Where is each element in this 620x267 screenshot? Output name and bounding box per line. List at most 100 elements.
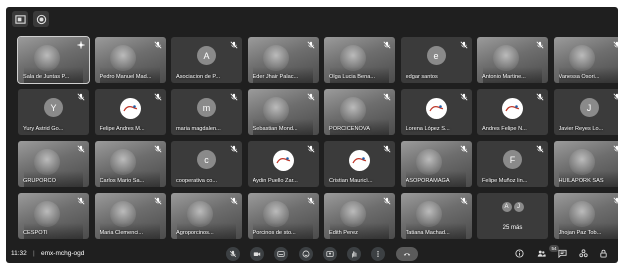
- organization-logo-icon: [425, 98, 447, 119]
- chat-icon[interactable]: [557, 248, 568, 259]
- participant-tile[interactable]: ASOPORAMAGA: [400, 141, 472, 187]
- mic-muted-icon: [77, 197, 85, 205]
- mic-muted-icon: [460, 41, 468, 49]
- participant-name: Porcinos de sto...: [252, 230, 296, 236]
- mic-muted-icon: [307, 93, 315, 101]
- participant-name: Asociacion de P...: [176, 74, 221, 80]
- participant-tile[interactable]: Tatiana Machad...: [400, 193, 472, 239]
- participant-tile[interactable]: A Asociacion de P...: [171, 37, 242, 83]
- more-options-icon[interactable]: [371, 247, 385, 261]
- mic-muted-icon: [230, 41, 238, 49]
- participant-name: Sebastian Mond...: [252, 126, 298, 132]
- participant-tile[interactable]: Y Yury Astrid Go...: [18, 89, 89, 135]
- participant-tile[interactable]: Antonio Martine...: [477, 37, 548, 83]
- emoji-icon[interactable]: [299, 247, 313, 261]
- participant-tile[interactable]: Cristian Mauricì...: [324, 141, 395, 187]
- mic-off-icon[interactable]: [226, 247, 240, 261]
- participant-name: Antonio Martine...: [482, 74, 526, 80]
- participant-name: Sala de Juntas P...: [23, 74, 70, 80]
- participant-name: Eder Jhair Palac...: [252, 74, 299, 80]
- host-controls-icon[interactable]: [598, 248, 609, 259]
- captions-icon[interactable]: [274, 247, 288, 261]
- mic-muted-icon: [77, 145, 85, 153]
- info-icon[interactable]: [514, 248, 525, 259]
- mic-muted-icon: [230, 145, 238, 153]
- participant-grid: Sala de Juntas P... Pedro Manuel Mad... A A…: [17, 36, 618, 247]
- mic-muted-icon: [307, 41, 315, 49]
- participant-tile[interactable]: Jhojan Paz Tob...: [553, 193, 618, 239]
- participant-tile[interactable]: Felipe Andres M...: [94, 89, 166, 135]
- participant-name: Aydin Puello Zar...: [252, 178, 298, 184]
- participant-tile[interactable]: m maria magdalen...: [171, 89, 242, 135]
- organization-logo-icon: [349, 150, 370, 171]
- participant-name: Felipe Muñoz lin...: [482, 178, 528, 184]
- meeting-window: Sala de Juntas P... Pedro Manuel Mad... A A…: [6, 7, 618, 263]
- participant-tile[interactable]: CESPOTI: [18, 193, 89, 239]
- participant-tile[interactable]: GRUPORCO: [18, 141, 89, 187]
- record-icon[interactable]: [33, 11, 49, 27]
- participant-tile[interactable]: J Javier Reyes Lo...: [553, 89, 618, 135]
- participant-tile[interactable]: Pedro Manuel Mad...: [94, 37, 166, 83]
- mic-muted-icon: [307, 145, 315, 153]
- mic-muted-icon: [613, 197, 618, 205]
- people-icon[interactable]: [536, 248, 547, 259]
- more-participants-avatars: AJ: [501, 202, 524, 212]
- participant-tile[interactable]: A J 25 más: [477, 193, 548, 239]
- participant-tile[interactable]: Eder Jhair Palac...: [247, 37, 319, 83]
- participant-tile[interactable]: Aydin Puello Zar...: [247, 141, 319, 187]
- participant-name: CESPOTI: [23, 230, 48, 236]
- organization-logo-icon: [502, 98, 523, 119]
- participant-tile[interactable]: F Felipe Muñoz lin...: [477, 141, 548, 187]
- participant-tile[interactable]: Carlos Mario Sa...: [94, 141, 166, 187]
- mic-muted-icon: [460, 93, 468, 101]
- participant-tile[interactable]: c cooperativa co...: [171, 141, 242, 187]
- mic-muted-icon: [536, 145, 544, 153]
- participant-tile[interactable]: Maria Clemenci...: [94, 193, 166, 239]
- organization-logo-icon: [119, 98, 141, 119]
- mic-muted-icon: [613, 93, 618, 101]
- participant-name: ASOPORAMAGA: [405, 178, 450, 184]
- participant-name: Andres Felipe N...: [482, 126, 527, 132]
- mic-muted-icon: [307, 197, 315, 205]
- participant-name: Carlos Mario Sa...: [99, 178, 145, 184]
- participant-tile[interactable]: Porcinos de sto...: [247, 193, 319, 239]
- layout-icon[interactable]: [12, 11, 28, 27]
- participant-tile[interactable]: PORCICENOVA: [324, 89, 395, 135]
- participant-name: Jhojan Paz Tob...: [558, 230, 602, 236]
- bottom-bar: 11:32 | emx-mchg-ogd 54: [6, 245, 618, 263]
- participant-tile[interactable]: Vanessa Osori...: [553, 37, 618, 83]
- participant-tile[interactable]: Agroporcinos...: [171, 193, 242, 239]
- camera-icon[interactable]: [250, 247, 264, 261]
- participant-tile[interactable]: e edgar santos: [400, 37, 472, 83]
- participant-name: Vanessa Osori...: [558, 74, 600, 80]
- raise-hand-icon[interactable]: [347, 247, 361, 261]
- mic-muted-icon: [383, 197, 391, 205]
- participant-tile[interactable]: Andres Felipe N...: [477, 89, 548, 135]
- participant-name: Olga Lucia Bena...: [329, 74, 376, 80]
- participant-name: maria magdalen...: [176, 126, 221, 132]
- participant-name: PORCICENOVA: [329, 126, 370, 132]
- mic-muted-icon: [154, 145, 162, 153]
- mic-muted-icon: [460, 145, 468, 153]
- meeting-time: 11:32: [11, 250, 27, 257]
- participant-tile[interactable]: Lorena López S...: [400, 89, 472, 135]
- participant-tile[interactable]: Edith Perez: [324, 193, 395, 239]
- participant-tile[interactable]: Olga Lucia Bena...: [324, 37, 395, 83]
- pin-icon[interactable]: [77, 41, 85, 49]
- participant-tile[interactable]: Sebastian Mond...: [247, 89, 319, 135]
- participant-tile[interactable]: HUILAPORK SAS: [553, 141, 618, 187]
- mic-muted-icon: [613, 41, 618, 49]
- meeting-code: emx-mchg-ogd: [41, 250, 85, 257]
- present-icon[interactable]: [323, 247, 337, 261]
- participant-name: Tatiana Machad...: [405, 230, 450, 236]
- end-call-icon[interactable]: [396, 247, 418, 261]
- participant-name: GRUPORCO: [23, 178, 56, 184]
- participant-name: Yury Astrid Go...: [23, 126, 64, 132]
- organization-logo-icon: [272, 150, 294, 171]
- mic-muted-icon: [230, 197, 238, 205]
- participant-avatar: m: [197, 98, 216, 117]
- activities-icon[interactable]: [578, 248, 589, 259]
- mic-muted-icon: [536, 41, 544, 49]
- participant-tile[interactable]: Sala de Juntas P...: [17, 36, 90, 84]
- participant-name: Edith Perez: [329, 230, 358, 236]
